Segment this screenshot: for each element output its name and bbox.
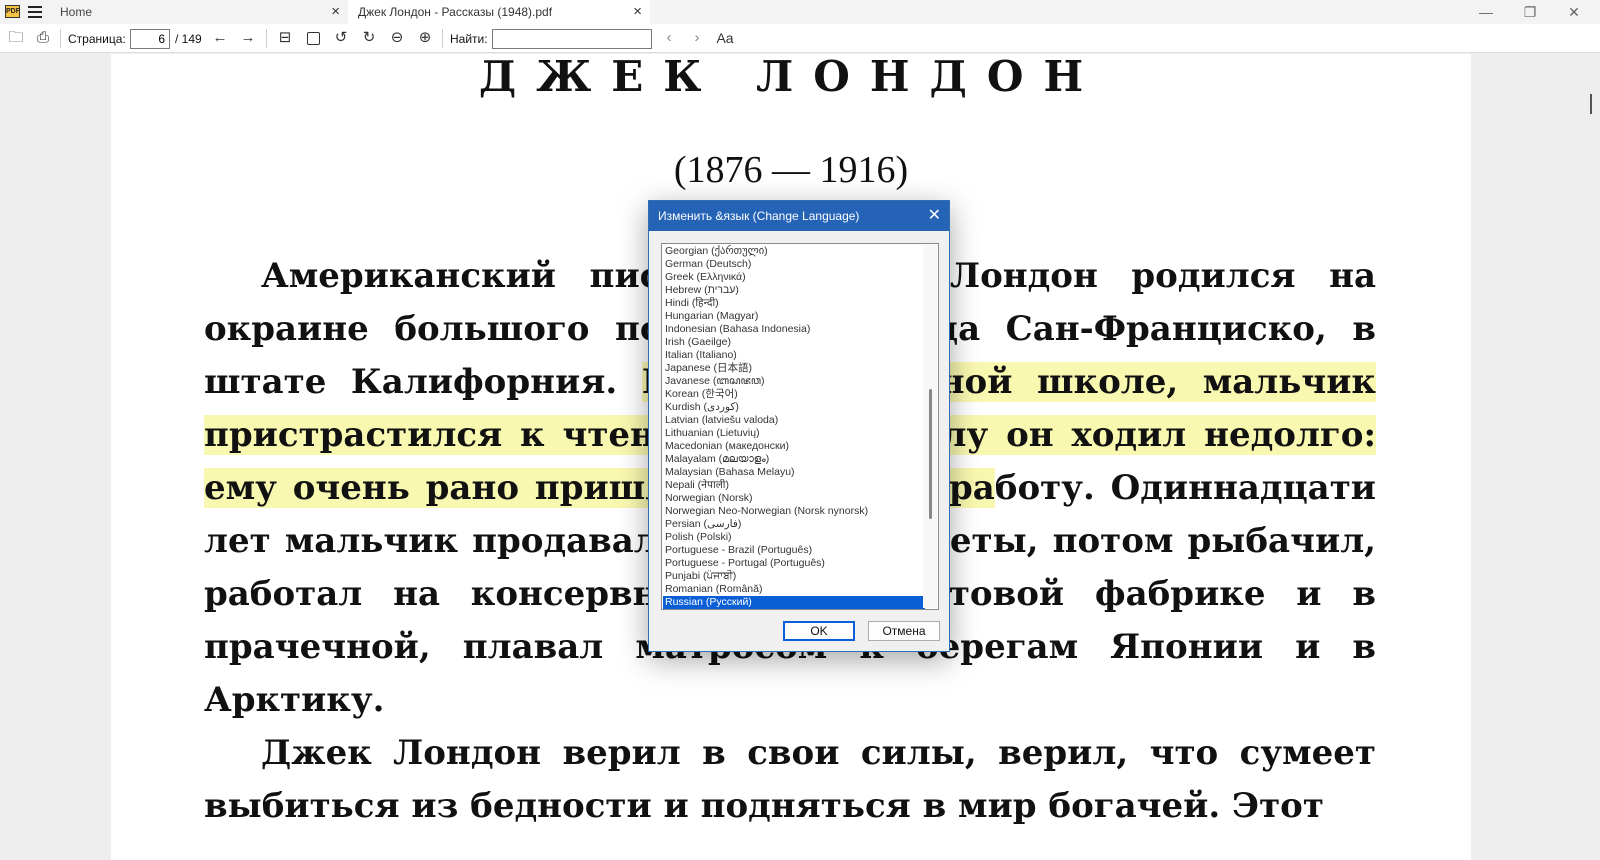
close-icon[interactable]: × — [633, 0, 642, 24]
ok-button[interactable]: OK — [783, 621, 855, 641]
document-heading: ДЖЕК ЛОНДОН — [478, 54, 1104, 101]
back-arrow-icon[interactable]: ← — [210, 28, 230, 48]
toolbar: 🗀 ⎙ Страница: / 149 ← → ⊟ ↺ ↻ ⊖ ⊕ Найти:… — [0, 24, 1600, 53]
language-option[interactable]: Punjabi (ਪੰਜਾਬੀ) — [663, 570, 925, 583]
zoom-in-icon[interactable]: ⊕ — [415, 28, 435, 48]
language-option[interactable]: Javanese (ꦧꦱꦗꦮ) — [663, 375, 925, 388]
cancel-button[interactable]: Отмена — [868, 621, 940, 641]
language-option[interactable]: Norwegian (Norsk) — [663, 492, 925, 505]
tab-home-label: Home — [60, 5, 93, 19]
tab-document-label: Джек Лондон - Рассказы (1948).pdf — [358, 5, 553, 19]
toolbar-divider — [60, 29, 61, 48]
title-bar: PDF Home × Джек Лондон - Рассказы (1948)… — [0, 0, 1600, 24]
language-option[interactable]: Russian (Русский) — [663, 596, 925, 609]
zoom-out-icon[interactable]: ⊖ — [387, 28, 407, 48]
fit-width-icon[interactable]: ⊟ — [275, 28, 295, 48]
language-option[interactable]: Malaysian (Bahasa Melayu) — [663, 466, 925, 479]
dialog-title-bar: Изменить &язык (Change Language) ✕ — [649, 201, 949, 231]
tab-document[interactable]: Джек Лондон - Рассказы (1948).pdf × — [348, 0, 650, 24]
language-options: Georgian (ქართული) German (Deutsch) Greek … — [662, 244, 938, 609]
print-icon[interactable]: ⎙ — [33, 28, 53, 48]
language-option[interactable]: Macedonian (македонски) — [663, 440, 925, 453]
paragraph: Джек Лондон верил в свои силы, верил, чт… — [204, 733, 1376, 826]
close-icon[interactable]: ✕ — [928, 201, 941, 231]
language-option[interactable]: Norwegian Neo-Norwegian (Norsk nynorsk) — [663, 505, 925, 518]
language-option[interactable]: Indonesian (Bahasa Indonesia) — [663, 323, 925, 336]
language-option[interactable]: Japanese (日本語) — [663, 362, 925, 375]
tab-home[interactable]: Home × — [50, 0, 348, 24]
app-logo-icon[interactable]: PDF — [5, 5, 20, 18]
language-option[interactable]: Nepali (नेपाली) — [663, 479, 925, 492]
page-total: / 149 — [175, 32, 202, 46]
close-icon[interactable]: × — [331, 0, 340, 24]
language-option[interactable]: Romanian (Română) — [663, 583, 925, 596]
language-option[interactable]: Hungarian (Magyar) — [663, 310, 925, 323]
hamburger-menu-icon[interactable] — [28, 6, 42, 18]
find-previous-icon[interactable]: ‹ — [659, 28, 679, 48]
language-option[interactable]: Lithuanian (Lietuvių) — [663, 427, 925, 440]
toolbar-divider — [442, 29, 443, 48]
page-label: Страница: — [68, 32, 126, 46]
language-option[interactable]: Polish (Polski) — [663, 531, 925, 544]
rotate-left-icon[interactable]: ↺ — [331, 28, 351, 48]
language-list-scrollbar[interactable] — [923, 245, 937, 608]
language-option[interactable]: Korean (한국어) — [663, 388, 925, 401]
scrollbar-thumb[interactable] — [1590, 94, 1592, 114]
language-option[interactable]: Hindi (हिन्दी) — [663, 297, 925, 310]
match-case-icon[interactable]: Aa — [715, 28, 735, 48]
page-number-input[interactable] — [130, 29, 170, 49]
language-option[interactable]: Malayalam (മലയാളം) — [663, 453, 925, 466]
rotate-right-icon[interactable]: ↻ — [359, 28, 379, 48]
language-option[interactable]: Latvian (latviešu valoda) — [663, 414, 925, 427]
find-label: Найти: — [450, 32, 488, 46]
change-language-dialog: Изменить &язык (Change Language) ✕ Georg… — [648, 200, 950, 652]
toolbar-divider — [266, 29, 267, 48]
language-option[interactable]: Italian (Italiano) — [663, 349, 925, 362]
language-option[interactable]: German (Deutsch) — [663, 258, 925, 271]
find-next-icon[interactable]: › — [687, 28, 707, 48]
document-years: (1876 — 1916) — [673, 149, 909, 191]
scrollbar-thumb[interactable] — [929, 389, 932, 519]
minimize-icon[interactable]: — — [1464, 0, 1508, 24]
language-list[interactable]: Georgian (ქართული) German (Deutsch) Greek … — [661, 243, 939, 610]
dialog-title: Изменить &язык (Change Language) — [658, 209, 860, 223]
close-window-icon[interactable]: ✕ — [1552, 0, 1596, 24]
open-folder-icon[interactable]: 🗀 — [6, 28, 26, 48]
language-option[interactable]: Kurdish (کوردی) — [663, 401, 925, 414]
find-input[interactable] — [492, 29, 652, 49]
language-option[interactable]: Irish (Gaeilge) — [663, 336, 925, 349]
language-option[interactable]: Hebrew (עברית) — [663, 284, 925, 297]
language-option[interactable]: Greek (Ελληνικά) — [663, 271, 925, 284]
language-option[interactable]: Georgian (ქართული) — [663, 245, 925, 258]
language-option[interactable]: Portuguese - Brazil (Português) — [663, 544, 925, 557]
fit-page-icon[interactable] — [303, 28, 323, 48]
forward-arrow-icon[interactable]: → — [238, 28, 258, 48]
language-option[interactable]: Persian (فارسی) — [663, 518, 925, 531]
language-option[interactable]: Portuguese - Portugal (Português) — [663, 557, 925, 570]
restore-icon[interactable]: ❐ — [1508, 0, 1552, 24]
